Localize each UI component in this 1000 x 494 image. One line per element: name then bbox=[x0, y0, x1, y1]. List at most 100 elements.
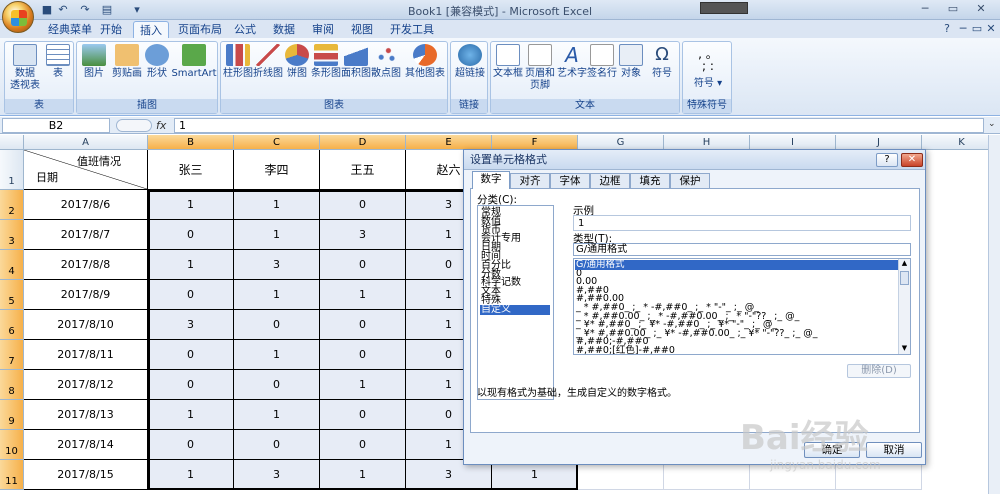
format-item[interactable]: #,##0.00 bbox=[575, 294, 900, 304]
delete-button[interactable]: 删除(D) bbox=[847, 364, 911, 378]
row-header[interactable]: 9 bbox=[0, 400, 24, 430]
cell[interactable]: 2017/8/14 bbox=[24, 430, 148, 460]
cell[interactable]: 张三 bbox=[148, 150, 234, 190]
column-header[interactable]: J bbox=[836, 135, 922, 150]
column-header[interactable]: H bbox=[664, 135, 750, 150]
clipart-button[interactable]: 剪贴画 bbox=[111, 44, 143, 80]
dialog-tab-alignment[interactable]: 对齐 bbox=[510, 173, 550, 188]
row-header[interactable]: 3 bbox=[0, 220, 24, 250]
cell[interactable]: 1 bbox=[234, 340, 320, 370]
cell[interactable]: 1 bbox=[148, 250, 234, 280]
row-header[interactable]: 4 bbox=[0, 250, 24, 280]
format-item[interactable]: _ * #,##0.00_ ;_ * -#,##0.00_ ;_ * "-"??… bbox=[575, 311, 900, 322]
cell[interactable]: 0 bbox=[320, 190, 406, 220]
smartart-button[interactable]: SmartArt bbox=[171, 44, 217, 80]
format-item[interactable]: #,##0;-#,##0 bbox=[575, 337, 900, 347]
punctuation-icon[interactable]: , 。; : bbox=[687, 48, 729, 72]
tab-developer[interactable]: 开发工具 bbox=[384, 21, 440, 38]
pie-chart-button[interactable]: 饼图 bbox=[283, 44, 311, 80]
type-list[interactable]: #,##0;[红色]-#,##0 #,##0;-#,##0 _ ¥* #,##0.0… bbox=[573, 258, 911, 355]
cell[interactable]: 1 bbox=[148, 400, 234, 430]
row-header[interactable]: 8 bbox=[0, 370, 24, 400]
column-header[interactable]: D bbox=[320, 135, 406, 150]
restore-icon[interactable]: ▭ bbox=[942, 2, 964, 16]
format-item[interactable]: G/通用格式 bbox=[575, 260, 900, 270]
cell[interactable]: 3 bbox=[234, 460, 320, 490]
tab-formulas[interactable]: 公式 bbox=[228, 21, 262, 38]
cell[interactable]: 2017/8/7 bbox=[24, 220, 148, 250]
cell[interactable]: 0 bbox=[148, 340, 234, 370]
scroll-thumb[interactable] bbox=[900, 271, 909, 285]
cell[interactable]: 0 bbox=[234, 430, 320, 460]
row-header[interactable]: 2 bbox=[0, 190, 24, 220]
quick-access-icon[interactable]: ▤ bbox=[100, 3, 114, 17]
format-item[interactable]: _ * #,##0_ ;_ * -#,##0_ ;_ * "-"_ ;_ @_ bbox=[575, 303, 900, 313]
cell[interactable]: 2017/8/11 bbox=[24, 340, 148, 370]
cell[interactable]: 1 bbox=[320, 370, 406, 400]
cell[interactable]: 1 bbox=[148, 190, 234, 220]
column-header[interactable]: A bbox=[24, 135, 148, 150]
column-header[interactable]: K bbox=[922, 135, 988, 150]
type-input[interactable]: G/通用格式 bbox=[573, 243, 911, 256]
cell[interactable]: 1 bbox=[234, 400, 320, 430]
object-button[interactable]: 对象 bbox=[617, 44, 645, 80]
ribbon-restore-icon[interactable]: ▭ bbox=[970, 22, 984, 36]
save-icon[interactable]: ■ bbox=[40, 3, 54, 17]
dialog-tab-protection[interactable]: 保护 bbox=[670, 173, 710, 188]
row-header[interactable]: 5 bbox=[0, 280, 24, 310]
tab-insert[interactable]: 插入 bbox=[133, 21, 169, 38]
textbox-button[interactable]: 文本框 bbox=[493, 44, 523, 80]
symbol-button[interactable]: Ω 符号 bbox=[647, 44, 677, 80]
format-item[interactable]: 0 bbox=[575, 268, 900, 279]
cell[interactable]: 王五 bbox=[320, 150, 406, 190]
other-charts-button[interactable]: 其他图表 bbox=[403, 44, 447, 80]
cell[interactable]: 0 bbox=[320, 400, 406, 430]
customize-icon[interactable]: ▾ bbox=[130, 3, 144, 17]
cell[interactable]: 0 bbox=[234, 310, 320, 340]
row-header[interactable]: 7 bbox=[0, 340, 24, 370]
cell[interactable]: 2017/8/10 bbox=[24, 310, 148, 340]
cell[interactable]: 2017/8/6 bbox=[24, 190, 148, 220]
cell[interactable]: 1 bbox=[234, 220, 320, 250]
help-icon[interactable]: ? bbox=[940, 22, 954, 36]
line-chart-button[interactable]: 折线图 bbox=[253, 44, 283, 80]
cell[interactable]: 2017/8/8 bbox=[24, 250, 148, 280]
cell[interactable]: 2017/8/13 bbox=[24, 400, 148, 430]
column-header[interactable]: F bbox=[492, 135, 578, 150]
cell[interactable]: 0 bbox=[148, 430, 234, 460]
area-chart-button[interactable]: 面积图 bbox=[341, 44, 371, 80]
vertical-scrollbar[interactable] bbox=[988, 135, 1000, 494]
hyperlink-button[interactable]: 超链接 bbox=[453, 44, 487, 80]
cell[interactable]: 2017/8/9 bbox=[24, 280, 148, 310]
dialog-tab-number[interactable]: 数字 bbox=[472, 171, 510, 189]
column-header[interactable]: G bbox=[578, 135, 664, 150]
dialog-tab-border[interactable]: 边框 bbox=[590, 173, 630, 188]
cell[interactable]: 3 bbox=[234, 250, 320, 280]
column-header[interactable]: I bbox=[750, 135, 836, 150]
cell[interactable]: 3 bbox=[148, 310, 234, 340]
formula-resize-handle[interactable] bbox=[116, 119, 152, 132]
format-item[interactable]: _ ¥* #,##0.00_ ;_ ¥* -#,##0.00_ ;_ ¥* "-… bbox=[575, 329, 900, 339]
cell[interactable]: 2017/8/12 bbox=[24, 370, 148, 400]
category-item[interactable]: 自定义 bbox=[480, 304, 550, 315]
row-header[interactable]: 10 bbox=[0, 430, 24, 460]
cell[interactable]: 0 bbox=[320, 430, 406, 460]
office-button[interactable] bbox=[2, 1, 34, 33]
header-footer-button[interactable]: 页眉和 页脚 bbox=[523, 44, 557, 92]
dialog-tab-font[interactable]: 字体 bbox=[550, 173, 590, 188]
cell[interactable]: 1 bbox=[320, 460, 406, 490]
wordart-button[interactable]: A 艺术字 bbox=[557, 44, 587, 80]
category-list[interactable]: 常规 数值 货币 会计专用 日期 时间 百分比 分数 科学记数 文本 特殊 自定义 bbox=[477, 205, 554, 400]
cell[interactable]: 0 bbox=[148, 280, 234, 310]
close-icon[interactable]: ✕ bbox=[970, 2, 992, 16]
column-chart-button[interactable]: 柱形图 bbox=[223, 44, 253, 80]
cell[interactable]: 0 bbox=[320, 310, 406, 340]
row-header[interactable]: 1 bbox=[0, 150, 24, 190]
format-item[interactable]: #,##0 bbox=[575, 286, 900, 296]
signature-line-button[interactable]: 签名行 bbox=[587, 44, 617, 80]
cell[interactable]: 0 bbox=[320, 340, 406, 370]
column-header[interactable]: E bbox=[406, 135, 492, 150]
column-header[interactable]: C bbox=[234, 135, 320, 150]
cell[interactable]: 2017/8/15 bbox=[24, 460, 148, 490]
ribbon-close-icon[interactable]: ✕ bbox=[984, 22, 998, 36]
